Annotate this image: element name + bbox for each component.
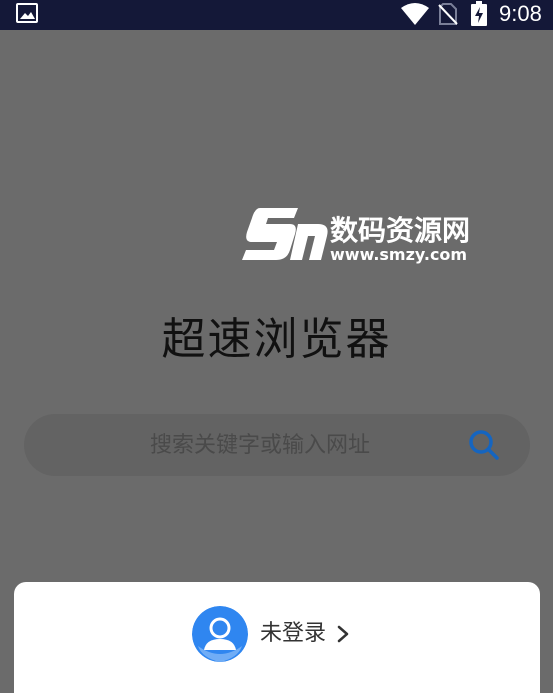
search-icon[interactable] — [468, 429, 500, 461]
watermark-logo-text: 数码资源网 — [330, 214, 470, 247]
status-bar: 9:08 — [0, 0, 553, 30]
search-input[interactable] — [24, 414, 464, 476]
account-card: 未登录 — [14, 582, 540, 693]
search-bar[interactable] — [24, 414, 530, 476]
wifi-icon — [401, 3, 429, 25]
login-entry[interactable]: 未登录 — [192, 606, 350, 662]
user-avatar-icon[interactable] — [192, 606, 248, 662]
no-sim-icon — [438, 3, 458, 25]
watermark-logo: 数码资源网 www.smzy.com — [238, 202, 488, 272]
chevron-right-icon — [337, 625, 349, 643]
login-status-label: 未登录 — [260, 621, 327, 646]
battery-charging-icon — [471, 1, 487, 26]
app-title: 超速浏览器 — [161, 314, 392, 365]
gallery-icon — [16, 3, 38, 23]
status-time: 9:08 — [499, 1, 542, 26]
browser-home-screen: 9:08 数码资源网 www.smzy.com 超速浏览器 搜索关键字或输入网址… — [0, 0, 553, 693]
watermark-url-text: www.smzy.com — [330, 245, 467, 264]
smzy-logo-icon: 数码资源网 www.smzy.com — [242, 208, 470, 264]
